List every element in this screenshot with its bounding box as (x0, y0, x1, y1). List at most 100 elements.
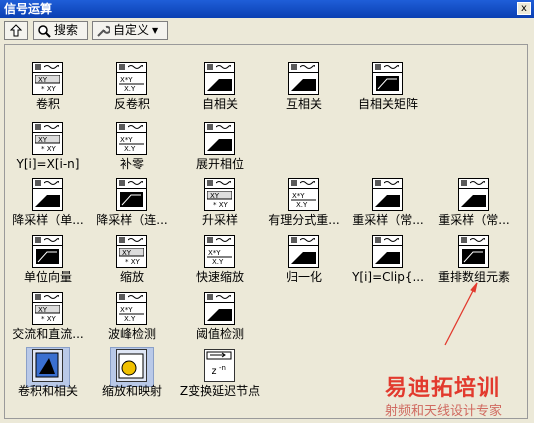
svg-text:* XY: * XY (41, 315, 57, 323)
palette-item[interactable]: 归一化 (261, 235, 347, 291)
palette-item[interactable]: 重采样（常... (345, 178, 431, 234)
palette-item[interactable]: XY * XY 升采样 (177, 178, 263, 234)
category-item[interactable]: 缩放和映射 (89, 347, 175, 405)
svg-text:z: z (211, 366, 217, 377)
item-label: 降采样（单... (12, 213, 84, 227)
item-label: 交流和直流... (12, 327, 84, 341)
svg-text:X.Y: X.Y (296, 201, 308, 209)
palette-item[interactable]: X*Y X.Y 补零 (89, 122, 175, 178)
item-label: 阈值检测 (195, 327, 244, 341)
peak-detect-icon: X*Y X.Y (116, 292, 147, 325)
category-label: 卷积和相关 (17, 384, 78, 398)
item-label: 重排数组元素 (437, 270, 510, 284)
up-arrow-icon (10, 24, 22, 37)
close-button[interactable]: x (517, 2, 531, 15)
category-item[interactable]: z -n Z变换延迟节点 (177, 349, 263, 405)
palette-item[interactable]: 互相关 (261, 62, 347, 118)
svg-text:XY: XY (210, 192, 220, 200)
search-label: 搜索 (54, 23, 79, 37)
svg-text:* XY: * XY (213, 201, 229, 209)
item-label: 缩放 (119, 270, 144, 284)
item-label: 有理分式重... (268, 213, 340, 227)
item-label: 归一化 (285, 270, 322, 284)
crosscorrelation-icon (288, 62, 319, 95)
item-label: 重采样（常... (352, 213, 424, 227)
item-label: 快速缩放 (195, 270, 244, 284)
ac-dc-icon: XY * XY (32, 292, 63, 325)
shift-icon: XY * XY (32, 122, 63, 155)
resample-const2-icon (458, 178, 489, 211)
unwrap-phase-icon (204, 122, 235, 155)
item-label: 补零 (119, 157, 144, 171)
wrench-icon (97, 25, 110, 37)
zero-pad-icon: X*Y X.Y (116, 122, 147, 155)
svg-text:X*Y: X*Y (120, 136, 133, 144)
palette-item[interactable]: 单位向量 (5, 235, 91, 291)
search-button[interactable]: 搜索 (33, 21, 88, 40)
palette-item[interactable]: 自相关 (177, 62, 263, 118)
search-icon (38, 24, 51, 38)
palette-item[interactable]: X*Y X.Y 有理分式重... (261, 178, 347, 234)
svg-text:X.Y: X.Y (124, 315, 136, 323)
watermark-title: 易迪拓培训 (385, 376, 501, 401)
autocorrelation-icon (204, 62, 235, 95)
category-label: Z变换延迟节点 (179, 384, 261, 398)
autocorrelation-matrix-icon (372, 62, 403, 95)
svg-text:X*Y: X*Y (292, 192, 305, 200)
reorder-array-icon (458, 235, 489, 268)
quick-scale-icon: X*Y X.Y (204, 235, 235, 268)
palette-item[interactable]: X*Y X.Y 快速缩放 (177, 235, 263, 291)
palette-item[interactable]: 重采样（常... (431, 178, 517, 234)
svg-text:X*Y: X*Y (120, 76, 133, 84)
svg-text:* XY: * XY (41, 85, 57, 93)
svg-text:* XY: * XY (41, 145, 57, 153)
category-label: 缩放和映射 (101, 384, 162, 398)
palette-item[interactable]: 阈值检测 (177, 292, 263, 348)
window-title: 信号运算 (4, 2, 53, 16)
item-label: 展开相位 (195, 157, 244, 171)
resample-const-icon (372, 178, 403, 211)
palette-item[interactable]: XY * XY 缩放 (89, 235, 175, 291)
normalize-icon (288, 235, 319, 268)
up-button[interactable] (4, 21, 28, 40)
item-label: Y[i]=Clip{... (352, 270, 424, 284)
palette-item[interactable]: Y[i]=Clip{... (345, 235, 431, 291)
svg-text:X*Y: X*Y (120, 306, 133, 314)
customize-button[interactable]: 自定义 ▼ (92, 21, 168, 40)
downsample-continuous-icon (116, 178, 147, 211)
palette-item[interactable]: 降采样（连... (89, 178, 175, 234)
z-delay-icon: z -n (204, 349, 235, 382)
svg-text:XY: XY (38, 306, 48, 314)
svg-text:X.Y: X.Y (124, 145, 136, 153)
palette-item[interactable]: 重排数组元素 (431, 235, 517, 291)
palette-item[interactable]: 自相关矩阵 (345, 62, 431, 118)
palette-item[interactable]: 展开相位 (177, 122, 263, 178)
palette-item[interactable]: XY * XY Y[i]=X[i-n] (5, 122, 91, 178)
item-label: 降采样（连... (96, 213, 168, 227)
upsample-icon: XY * XY (204, 178, 235, 211)
downsample-single-icon (32, 178, 63, 211)
palette-item[interactable]: XY * XY 卷积 (5, 62, 91, 118)
convolution-category-icon (32, 349, 63, 382)
item-label: Y[i]=X[i-n] (16, 157, 80, 171)
item-label: 互相关 (285, 97, 322, 111)
palette-item[interactable]: X*Y X.Y 波峰检测 (89, 292, 175, 348)
palette-item[interactable]: XY * XY 交流和直流... (5, 292, 91, 348)
svg-text:X.Y: X.Y (124, 85, 136, 93)
svg-text:* XY: * XY (125, 258, 141, 266)
scale-mapping-category-icon (116, 349, 147, 382)
svg-text:XY: XY (38, 136, 48, 144)
item-label: 重采样（常... (438, 213, 510, 227)
deconvolution-icon: X*Y X.Y (116, 62, 147, 95)
category-item[interactable]: 卷积和相关 (5, 347, 91, 405)
threshold-detect-icon (204, 292, 235, 325)
svg-text:X*Y: X*Y (208, 249, 221, 257)
convolution-icon: XY * XY (32, 62, 63, 95)
svg-text:X.Y: X.Y (212, 258, 224, 266)
palette-item[interactable]: 降采样（单... (5, 178, 91, 234)
item-label: 波峰检测 (107, 327, 156, 341)
item-label: 单位向量 (23, 270, 72, 284)
customize-label: 自定义 (113, 23, 150, 37)
palette-item[interactable]: X*Y X.Y 反卷积 (89, 62, 175, 118)
item-label: 自相关矩阵 (357, 97, 418, 111)
